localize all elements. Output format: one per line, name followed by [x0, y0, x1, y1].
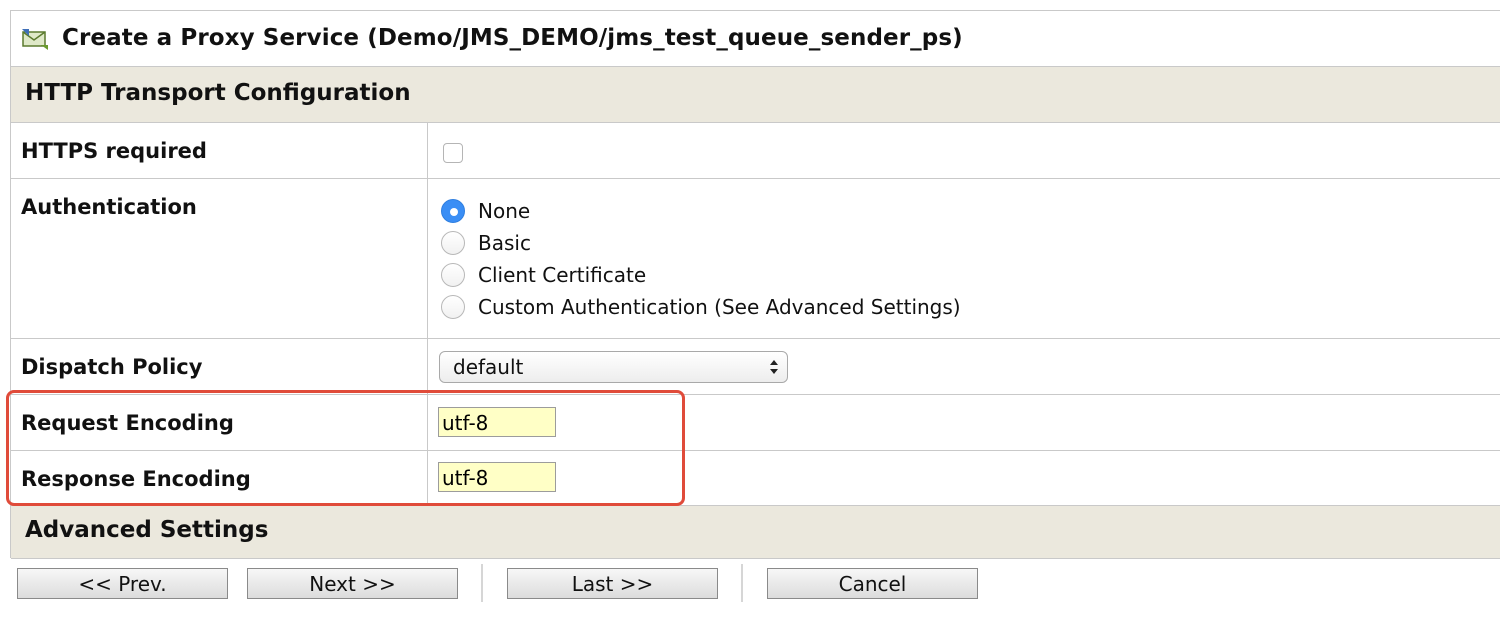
next-button[interactable]: Next >>	[247, 568, 458, 599]
field-label: Dispatch Policy	[21, 355, 203, 379]
form-row-response-encoding: Response Encoding	[11, 451, 1500, 505]
prev-button[interactable]: << Prev.	[17, 568, 228, 599]
radio-label: Basic	[478, 231, 531, 255]
radio-label: Custom Authentication (See Advanced Sett…	[478, 295, 961, 319]
title-bar: Create a Proxy Service (Demo/JMS_DEMO/jm…	[11, 11, 1500, 67]
last-button[interactable]: Last >>	[507, 568, 718, 599]
response-encoding-input[interactable]	[438, 462, 556, 492]
radio-button[interactable]	[441, 231, 465, 255]
radio-button[interactable]	[441, 295, 465, 319]
select-value: default	[453, 355, 524, 379]
section-title: Advanced Settings	[25, 517, 269, 543]
section-header-http-transport: HTTP Transport Configuration	[11, 67, 1500, 123]
field-label: Request Encoding	[21, 411, 234, 435]
field-label: HTTPS required	[21, 139, 207, 163]
cancel-button[interactable]: Cancel	[767, 568, 978, 599]
wizard-button-bar: << Prev. Next >> Last >> Cancel	[0, 560, 1500, 618]
form-row-dispatch-policy: Dispatch Policy default	[11, 339, 1500, 395]
column-divider	[427, 451, 428, 505]
form-row-authentication: Authentication None Basic Client Certifi…	[11, 179, 1500, 339]
radio-label: Client Certificate	[478, 263, 647, 287]
select-arrows-icon	[769, 358, 779, 376]
section-header-advanced-settings[interactable]: Advanced Settings	[11, 505, 1500, 559]
column-divider	[427, 123, 428, 178]
page-title: Create a Proxy Service (Demo/JMS_DEMO/jm…	[62, 25, 963, 51]
field-label: Response Encoding	[21, 467, 251, 491]
field-label: Authentication	[21, 195, 197, 219]
dispatch-policy-select[interactable]: default	[439, 351, 788, 383]
proxy-service-panel: Create a Proxy Service (Demo/JMS_DEMO/jm…	[6, 10, 1500, 559]
https-required-checkbox[interactable]	[443, 143, 463, 163]
button-separator	[741, 564, 743, 602]
radio-button-selected[interactable]	[441, 199, 465, 223]
radio-button[interactable]	[441, 263, 465, 287]
radio-label: None	[478, 199, 531, 223]
button-separator	[481, 564, 483, 602]
column-divider	[427, 395, 428, 450]
column-divider	[427, 179, 428, 338]
proxy-service-icon	[21, 27, 49, 51]
form-row-request-encoding: Request Encoding	[11, 395, 1500, 451]
section-title: HTTP Transport Configuration	[25, 80, 411, 106]
column-divider	[427, 339, 428, 394]
form-row-https-required: HTTPS required	[11, 123, 1500, 179]
request-encoding-input[interactable]	[438, 407, 556, 437]
